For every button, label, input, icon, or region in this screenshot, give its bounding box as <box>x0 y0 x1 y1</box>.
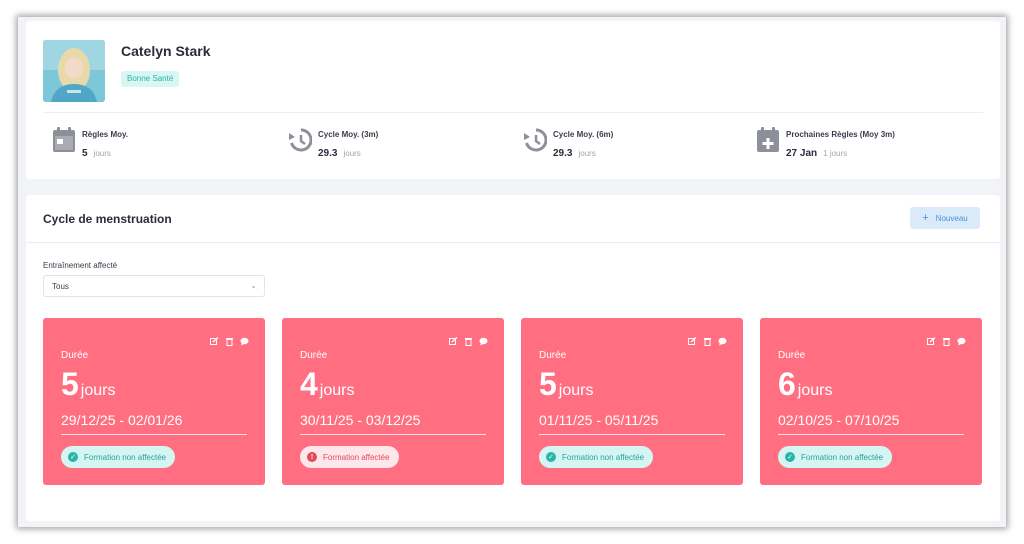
history-icon <box>524 128 547 152</box>
comment-icon[interactable] <box>479 333 488 346</box>
filter-label: Entraînement affecté <box>43 261 118 270</box>
period-card: Durée 4 jours 30/11/25 - 03/12/25 ! Forma… <box>282 318 504 485</box>
duration-unit: jours <box>558 382 594 399</box>
stat-label: Prochaines Règles (Moy 3m) <box>786 130 895 139</box>
period-dates: 29/12/25 - 02/01/26 <box>61 412 183 428</box>
stat-unit: jours <box>578 149 596 158</box>
edit-icon[interactable] <box>449 333 458 345</box>
plus-icon: + <box>922 211 929 224</box>
tag-label: Formation affectée <box>323 452 390 462</box>
edit-icon[interactable] <box>210 333 219 345</box>
training-status-tag: ✓ Formation non affectée <box>778 446 893 468</box>
stat-unit: jours <box>343 149 361 158</box>
duration-unit: jours <box>319 382 355 399</box>
stat-label: Cycle Moy. (3m) <box>318 130 379 139</box>
training-status-tag: ! Formation affectée <box>300 446 399 468</box>
check-circle-icon: ✓ <box>785 452 795 462</box>
calendar-icon <box>53 127 75 152</box>
duration-label: Durée <box>61 350 89 361</box>
stat-value: 29.3 <box>553 148 573 159</box>
duration-label: Durée <box>539 350 567 361</box>
duration-days: 4 <box>300 366 318 402</box>
comment-icon[interactable] <box>718 333 727 346</box>
period-dates: 30/11/25 - 03/12/25 <box>300 412 421 428</box>
stat-label: Cycle Moy. (6m) <box>553 130 614 139</box>
app-window: Catelyn Stark Bonne Santé Règles Moy. 5j… <box>18 17 1006 527</box>
duration-days: 6 <box>778 366 796 402</box>
stat-unit: jours <box>93 149 111 158</box>
stat-label: Règles Moy. <box>82 130 129 139</box>
new-cycle-button[interactable]: + Nouveau <box>910 207 980 229</box>
divider <box>300 434 486 435</box>
stat-value: 5 <box>82 148 88 159</box>
training-status-tag: ✓ Formation non affectée <box>61 446 176 468</box>
duration-days: 5 <box>539 366 557 402</box>
trash-icon[interactable] <box>703 333 712 346</box>
trash-icon[interactable] <box>942 333 951 346</box>
period-dates: 02/10/25 - 07/10/25 <box>778 412 900 428</box>
divider <box>43 112 983 113</box>
period-card: Durée 5 jours 29/12/25 - 02/01/26 ✓ Forma… <box>43 318 265 485</box>
profile-name: Catelyn Stark <box>121 43 211 59</box>
period-dates: 01/11/25 - 05/11/25 <box>539 412 659 428</box>
history-icon <box>289 128 312 152</box>
stat-unit: 1 jours <box>823 149 848 158</box>
duration-label: Durée <box>778 350 806 361</box>
edit-icon[interactable] <box>927 333 936 345</box>
tag-label: Formation non affectée <box>562 452 645 462</box>
check-circle-icon: ✓ <box>546 452 556 462</box>
section-title: Cycle de menstruation <box>43 212 172 226</box>
duration-unit: jours <box>797 382 833 399</box>
training-filter-select[interactable]: Tous ⌄ <box>43 275 265 297</box>
select-value: Tous <box>52 282 69 291</box>
chevron-down-icon: ⌄ <box>250 281 257 290</box>
divider <box>778 434 964 435</box>
duration-unit: jours <box>80 382 116 399</box>
new-button-label: Nouveau <box>935 213 968 223</box>
divider <box>539 434 725 435</box>
tag-label: Formation non affectée <box>84 452 167 462</box>
trash-icon[interactable] <box>225 333 234 346</box>
avatar <box>43 40 105 102</box>
duration-days: 5 <box>61 366 79 402</box>
health-status-badge: Bonne Santé <box>121 71 180 87</box>
stat-value: 29.3 <box>318 148 338 159</box>
comment-icon[interactable] <box>240 333 249 346</box>
period-card: Durée 6 jours 02/10/25 - 07/10/25 ✓ Forma… <box>760 318 982 485</box>
edit-icon[interactable] <box>688 333 697 345</box>
calendar-plus-icon <box>757 127 779 152</box>
divider <box>61 434 247 435</box>
trash-icon[interactable] <box>464 333 473 346</box>
training-status-tag: ✓ Formation non affectée <box>539 446 654 468</box>
duration-label: Durée <box>300 350 328 361</box>
comment-icon[interactable] <box>957 333 966 346</box>
check-circle-icon: ✓ <box>68 452 78 462</box>
divider <box>26 242 1000 243</box>
stat-value: 27 Jan <box>786 148 818 159</box>
tag-label: Formation non affectée <box>801 452 884 462</box>
period-card: Durée 5 jours 01/11/25 - 05/11/25 ✓ Forma… <box>521 318 743 485</box>
alert-circle-icon: ! <box>307 452 317 462</box>
profile-card: Catelyn Stark Bonne Santé Règles Moy. 5j… <box>26 21 1000 179</box>
cycle-card: Cycle de menstruation + Nouveau Entraîne… <box>26 195 1000 521</box>
